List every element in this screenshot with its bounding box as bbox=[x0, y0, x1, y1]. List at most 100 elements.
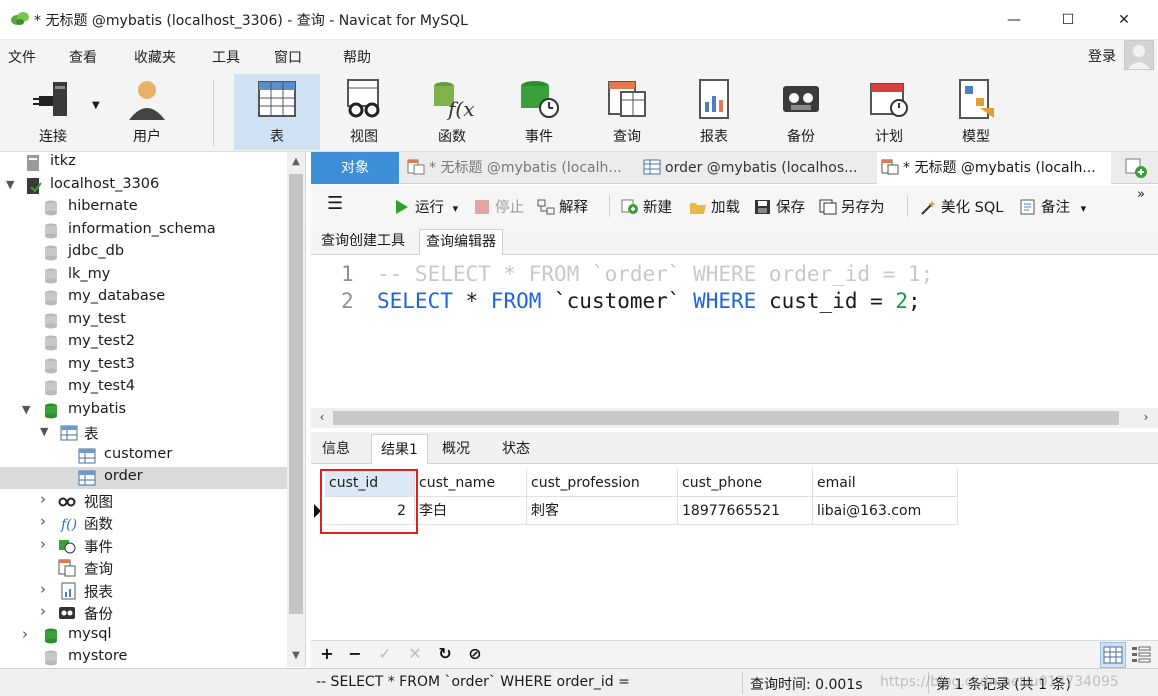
tree-item-functions[interactable]: › f() 函数 bbox=[0, 512, 288, 534]
tree-item-mybatis[interactable]: ▼ mybatis bbox=[0, 400, 288, 422]
expand-icon[interactable]: › bbox=[40, 602, 52, 620]
tree-item-table-order[interactable]: order bbox=[0, 467, 288, 489]
note-dropdown-icon[interactable]: ▾ bbox=[1081, 202, 1087, 215]
tree-item-mysql[interactable]: › mysql bbox=[0, 625, 288, 647]
tree-item-events[interactable]: › 事件 bbox=[0, 535, 288, 557]
tree-item-reports[interactable]: › 报表 bbox=[0, 580, 288, 602]
form-view-button[interactable] bbox=[1129, 642, 1155, 668]
toolbar-connection-button[interactable]: 连接 bbox=[10, 74, 96, 150]
toolbar-report-button[interactable]: 报表 bbox=[671, 74, 757, 150]
menu-tools[interactable]: 工具 bbox=[212, 47, 240, 67]
avatar[interactable] bbox=[1124, 40, 1154, 70]
scroll-left-icon[interactable]: ‹ bbox=[315, 410, 329, 424]
column-header-email[interactable]: email bbox=[813, 469, 958, 497]
scroll-right-icon[interactable]: › bbox=[1139, 410, 1153, 424]
refresh-button[interactable]: ↻ bbox=[437, 646, 453, 662]
add-record-button[interactable]: + bbox=[319, 646, 335, 662]
menu-window[interactable]: 窗口 bbox=[274, 47, 302, 67]
tree-item-database[interactable]: jdbc_db bbox=[0, 242, 288, 264]
minimize-button[interactable]: — bbox=[988, 0, 1040, 40]
delete-record-button[interactable]: − bbox=[347, 646, 363, 662]
tree-item-database[interactable]: my_test3 bbox=[0, 355, 288, 377]
login-link[interactable]: 登录 bbox=[1088, 46, 1116, 66]
tree-item-database[interactable]: my_test4 bbox=[0, 377, 288, 399]
toolbar-query-button[interactable]: 查询 bbox=[584, 74, 670, 150]
tree-item-tables-folder[interactable]: ▼ 表 bbox=[0, 422, 288, 444]
toolbar-view-button[interactable]: 视图 bbox=[321, 74, 407, 150]
table-cell[interactable]: 刺客 bbox=[527, 497, 678, 525]
tab-result1[interactable]: 结果1 bbox=[371, 434, 428, 464]
collapse-icon[interactable]: ▼ bbox=[6, 178, 18, 192]
tree-item-database[interactable]: my_database bbox=[0, 287, 288, 309]
tree-item-views[interactable]: › 视图 bbox=[0, 490, 288, 512]
collapse-icon[interactable]: ▼ bbox=[40, 425, 52, 439]
expand-icon[interactable]: › bbox=[40, 535, 52, 553]
beautify-sql-button[interactable]: 美化 SQL bbox=[919, 196, 1003, 217]
tree-scrollbar[interactable]: ▲ ▼ bbox=[287, 152, 305, 667]
menu-favorites[interactable]: 收藏夹 bbox=[134, 47, 176, 67]
tree-item-database[interactable]: hibernate bbox=[0, 197, 288, 219]
load-button[interactable]: 加载 bbox=[689, 196, 740, 217]
tree-scroll-thumb[interactable] bbox=[289, 174, 303, 614]
new-tab-icon[interactable] bbox=[1123, 156, 1149, 180]
tree-item-backups[interactable]: › 备份 bbox=[0, 602, 288, 624]
scroll-up-icon[interactable]: ▲ bbox=[289, 156, 303, 170]
stop-loading-button[interactable]: ⊘ bbox=[467, 646, 483, 662]
tab-status[interactable]: 状态 bbox=[493, 434, 539, 464]
explain-button[interactable]: 解释 bbox=[537, 196, 588, 217]
table-cell[interactable]: 18977665521 bbox=[678, 497, 813, 525]
maximize-button[interactable]: ☐ bbox=[1042, 0, 1094, 40]
tree-item-queries[interactable]: 查询 bbox=[0, 557, 288, 579]
expand-icon[interactable]: › bbox=[22, 625, 34, 643]
tree-item-database[interactable]: my_test bbox=[0, 310, 288, 332]
toolbar-overflow-icon[interactable]: » bbox=[1137, 187, 1145, 202]
tab-query-editor[interactable]: 查询编辑器 bbox=[419, 229, 503, 255]
connection-dropdown-icon[interactable]: ▼ bbox=[92, 100, 100, 111]
tree-item-database[interactable]: my_test2 bbox=[0, 332, 288, 354]
tab-query-builder[interactable]: 查询创建工具 bbox=[315, 229, 411, 255]
collapse-icon[interactable]: ▼ bbox=[22, 403, 34, 417]
save-as-button[interactable]: 另存为 bbox=[819, 196, 885, 217]
menu-file[interactable]: 文件 bbox=[8, 47, 36, 67]
new-button[interactable]: 新建 bbox=[621, 196, 672, 217]
tree-item-table-customer[interactable]: customer bbox=[0, 445, 288, 467]
expand-icon[interactable]: › bbox=[40, 512, 52, 530]
editor-horizontal-scrollbar[interactable]: ‹ › bbox=[311, 408, 1158, 428]
hamburger-menu-icon[interactable]: ☰ bbox=[327, 193, 343, 214]
toolbar-schedule-button[interactable]: 计划 bbox=[846, 74, 932, 150]
menu-help[interactable]: 帮助 bbox=[343, 47, 371, 67]
toolbar-model-button[interactable]: 模型 bbox=[933, 74, 1019, 150]
toolbar-event-button[interactable]: 事件 bbox=[496, 74, 582, 150]
column-header-cust-profession[interactable]: cust_profession bbox=[527, 469, 678, 497]
expand-icon[interactable]: › bbox=[40, 490, 52, 508]
table-cell[interactable]: libai@163.com bbox=[813, 497, 958, 525]
scroll-down-icon[interactable]: ▼ bbox=[289, 650, 303, 664]
toolbar-table-button[interactable]: 表 bbox=[234, 74, 320, 150]
tree-item-itkz[interactable]: itkz bbox=[0, 152, 288, 174]
note-button[interactable]: 备注 ▾ bbox=[1019, 196, 1086, 217]
tab-untitled-query-1[interactable]: * 无标题 @mybatis (localh... bbox=[403, 152, 635, 184]
sql-editor[interactable]: 1 -- SELECT * FROM `order` WHERE order_i… bbox=[311, 256, 1158, 408]
tree-item-database[interactable]: information_schema bbox=[0, 220, 288, 242]
column-header-cust-name[interactable]: cust_name bbox=[415, 469, 527, 497]
toolbar-backup-button[interactable]: 备份 bbox=[758, 74, 844, 150]
toolbar-user-button[interactable]: 用户 bbox=[104, 74, 190, 150]
tree-item-database[interactable]: lk_my bbox=[0, 265, 288, 287]
toolbar-function-button[interactable]: f(x) 函数 bbox=[409, 74, 495, 150]
grid-view-button[interactable] bbox=[1100, 642, 1126, 668]
tab-order-table[interactable]: order @mybatis (localhos... bbox=[639, 152, 873, 184]
run-button[interactable]: 运行 ▾ bbox=[393, 196, 458, 217]
tree-item-mystore[interactable]: mystore bbox=[0, 647, 288, 667]
save-button[interactable]: 保存 bbox=[754, 196, 805, 217]
close-button[interactable]: ✕ bbox=[1098, 0, 1150, 40]
tab-untitled-query-2[interactable]: * 无标题 @mybatis (localh... bbox=[877, 152, 1111, 184]
column-header-cust-phone[interactable]: cust_phone bbox=[678, 469, 813, 497]
tab-objects[interactable]: 对象 bbox=[311, 152, 399, 184]
tree-item-localhost[interactable]: ▼ localhost_3306 bbox=[0, 175, 288, 197]
tab-profile[interactable]: 概况 bbox=[433, 434, 479, 464]
editor-scroll-thumb[interactable] bbox=[333, 411, 1119, 425]
run-dropdown-icon[interactable]: ▾ bbox=[453, 202, 459, 215]
table-cell[interactable]: 李白 bbox=[415, 497, 527, 525]
menu-view[interactable]: 查看 bbox=[69, 47, 97, 67]
expand-icon[interactable]: › bbox=[40, 580, 52, 598]
